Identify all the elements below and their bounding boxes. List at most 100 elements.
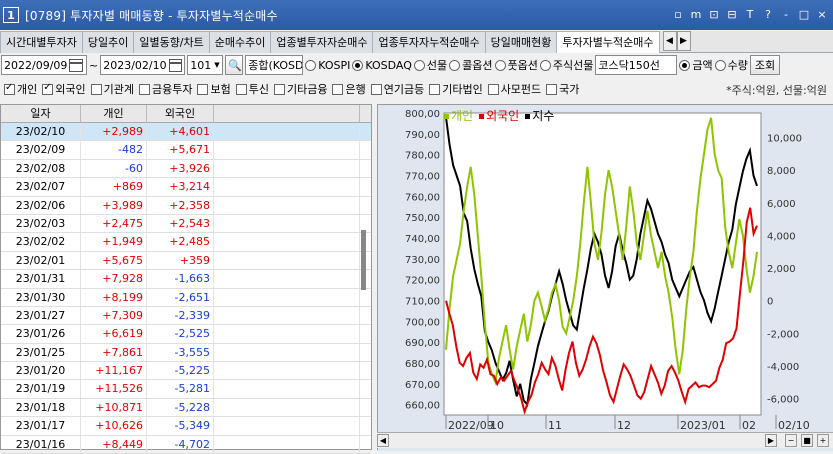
chart-scrollbar[interactable]: ◀ ▶ − ■ + <box>377 432 833 448</box>
tab-today-trading[interactable]: 당일매매현황 <box>484 31 558 53</box>
table-row[interactable]: 23/01/27 +7,309 -2,339 <box>1 306 371 326</box>
x-axis-tick: 10 <box>490 419 504 432</box>
table-row[interactable]: 23/02/01 +5,675 +359 <box>1 251 371 271</box>
tab-daily-chart[interactable]: 일별동향/차트 <box>133 31 210 53</box>
checkbox-other-corp[interactable]: 기타법인 <box>429 81 483 97</box>
tab-scroll-left-icon[interactable]: ◀ <box>662 31 677 51</box>
cell-foreigner: +2,485 <box>147 233 214 251</box>
checkbox-insurance[interactable]: 보험 <box>197 81 231 97</box>
table-row[interactable]: 23/01/18 +10,871 -5,228 <box>1 398 371 418</box>
table-row[interactable]: 23/01/16 +8,449 -4,702 <box>1 435 371 454</box>
close-icon[interactable]: × <box>815 7 829 21</box>
cumulative-chart: 800,00 790,00 780,00 770,00 760,00 750,00 740,… <box>377 104 833 451</box>
date-to-field[interactable]: 2023/02/10 <box>100 55 186 75</box>
table-row[interactable]: 23/01/17 +10,626 -5,349 <box>1 417 371 436</box>
checkbox-other-finance[interactable]: 기타금융 <box>273 81 327 97</box>
scroll-left-icon[interactable]: ◀ <box>377 434 389 447</box>
font-icon[interactable]: T <box>743 7 757 21</box>
checkbox-trust[interactable]: 투신 <box>235 81 269 97</box>
cell-empty <box>214 123 360 141</box>
table-row[interactable]: 23/01/19 +11,526 -5,281 <box>1 380 371 399</box>
checkbox-bank[interactable]: 은행 <box>332 81 366 97</box>
left-axis-tick: 670,00 <box>405 380 440 391</box>
table-row[interactable]: 23/01/25 +7,861 -3,555 <box>1 343 371 363</box>
checkbox-private-fund[interactable]: 사모펀드 <box>487 81 541 97</box>
tab-sector-cumulative[interactable]: 업종투자자누적순매수 <box>372 31 486 53</box>
minimize-icon[interactable]: - <box>779 7 793 21</box>
cell-date: 23/01/17 <box>1 417 81 435</box>
layout-icon[interactable]: ⊡ <box>707 7 721 21</box>
search-button[interactable]: 🔍 <box>225 55 244 75</box>
table-row[interactable]: 23/02/08 -60 +3,926 <box>1 159 371 179</box>
radio-stock-futures[interactable]: 주식선물 <box>539 57 593 73</box>
table-row[interactable]: 23/01/31 +7,928 -1,663 <box>1 270 371 289</box>
market-select[interactable]: 종합(KOSD <box>245 55 304 75</box>
date-from-field[interactable]: 2022/09/09 <box>1 55 87 75</box>
table-row[interactable]: 23/01/30 +8,199 -2,651 <box>1 288 371 307</box>
checkbox-financial-invest[interactable]: 금융투자 <box>139 81 192 97</box>
search-icon: 🔍 <box>228 58 242 72</box>
cell-foreigner: +3,214 <box>147 178 214 196</box>
table-row[interactable]: 23/02/06 +3,989 +2,358 <box>1 196 371 215</box>
table-row[interactable]: 23/02/10 +2,989 +4,601 <box>1 123 371 142</box>
table-row[interactable]: 23/02/09 -482 +5,671 <box>1 141 371 160</box>
radio-kospi[interactable]: KOSPI <box>305 59 350 72</box>
sector-select[interactable]: 코스닥150선 <box>595 55 678 75</box>
scroll-right-icon[interactable]: ▶ <box>765 434 777 447</box>
header-individual[interactable]: 개인 <box>81 105 147 122</box>
checkbox-box <box>487 83 499 95</box>
cell-individual: +10,871 <box>81 398 147 417</box>
zoom-out-icon[interactable]: − <box>785 434 797 447</box>
cell-foreigner: -5,228 <box>147 398 214 417</box>
radio-quantity[interactable]: 수량 <box>714 57 748 73</box>
radio-dot <box>449 59 461 71</box>
checkbox-foreigner[interactable]: 외국인 <box>42 81 86 97</box>
table-row[interactable]: 23/02/02 +1,949 +2,485 <box>1 233 371 252</box>
tab-time-investor[interactable]: 시간대별투자자 <box>0 31 83 53</box>
cell-individual: -60 <box>81 159 147 178</box>
radio-futures[interactable]: 선물 <box>413 57 447 73</box>
link-icon[interactable]: ▫ <box>671 7 685 21</box>
radio-amount[interactable]: 금액 <box>679 57 713 73</box>
zoom-in-icon[interactable]: + <box>817 434 829 447</box>
split-icon[interactable]: ⊟ <box>725 7 739 21</box>
checkbox-individual[interactable]: 개인 <box>4 81 37 97</box>
code-select[interactable]: 101 ▼ <box>187 55 224 75</box>
checkbox-institution[interactable]: 기관계 <box>90 81 134 97</box>
header-date[interactable]: 일자 <box>1 105 81 122</box>
vertical-scrollbar[interactable] <box>358 225 370 451</box>
tab-sector-investor[interactable]: 업종별투자자순매수 <box>270 31 374 53</box>
radio-call-option[interactable]: 콜옵션 <box>449 57 493 73</box>
tab-scroll-right-icon[interactable]: ▶ <box>676 31 691 51</box>
maximize-icon[interactable]: □ <box>797 7 811 21</box>
left-axis-tick: 720,00 <box>405 276 440 287</box>
calendar-icon[interactable] <box>168 58 183 72</box>
cell-foreigner: -3,555 <box>147 343 214 362</box>
radio-label: KOSDAQ <box>365 58 412 72</box>
tab-net-buy-trend[interactable]: 순매수추이 <box>208 31 272 53</box>
tab-daily-trend[interactable]: 당일추이 <box>81 31 135 53</box>
cell-empty <box>214 233 360 251</box>
radio-kosdaq[interactable]: KOSDAQ <box>352 59 412 72</box>
checkbox-box <box>546 83 558 95</box>
calendar-icon[interactable] <box>69 58 84 72</box>
radio-put-option[interactable]: 풋옵션 <box>494 57 538 73</box>
tab-investor-cumulative[interactable]: 투자자별누적순매수 <box>556 31 660 53</box>
table-row[interactable]: 23/01/20 +11,167 -5,225 <box>1 362 371 381</box>
query-button[interactable]: 조회 <box>749 55 781 75</box>
table-row[interactable]: 23/02/03 +2,475 +2,543 <box>1 214 371 234</box>
scrollbar-thumb[interactable] <box>361 230 366 290</box>
memo-icon[interactable]: m <box>689 7 703 21</box>
cell-empty <box>214 159 360 178</box>
table-row[interactable]: 23/02/07 +869 +3,214 <box>1 178 371 197</box>
header-foreigner[interactable]: 외국인 <box>147 105 214 122</box>
zoom-fit-icon[interactable]: ■ <box>801 434 813 447</box>
table-row[interactable]: 23/01/26 +6,619 -2,525 <box>1 325 371 344</box>
checkbox-pension[interactable]: 연기금등 <box>370 81 424 97</box>
checkbox-nation[interactable]: 국가 <box>546 81 579 97</box>
checkbox-label: 금융투자 <box>152 83 193 96</box>
cell-individual: +8,449 <box>81 435 147 454</box>
help-icon[interactable]: ? <box>761 7 775 21</box>
title-bar: 1 [0789] 투자자별 매매동향 - 투자자별누적순매수 ▫ m ⊡ ⊟ T… <box>0 0 833 30</box>
chart-legend: 개인 외국인 지수 <box>444 107 554 124</box>
